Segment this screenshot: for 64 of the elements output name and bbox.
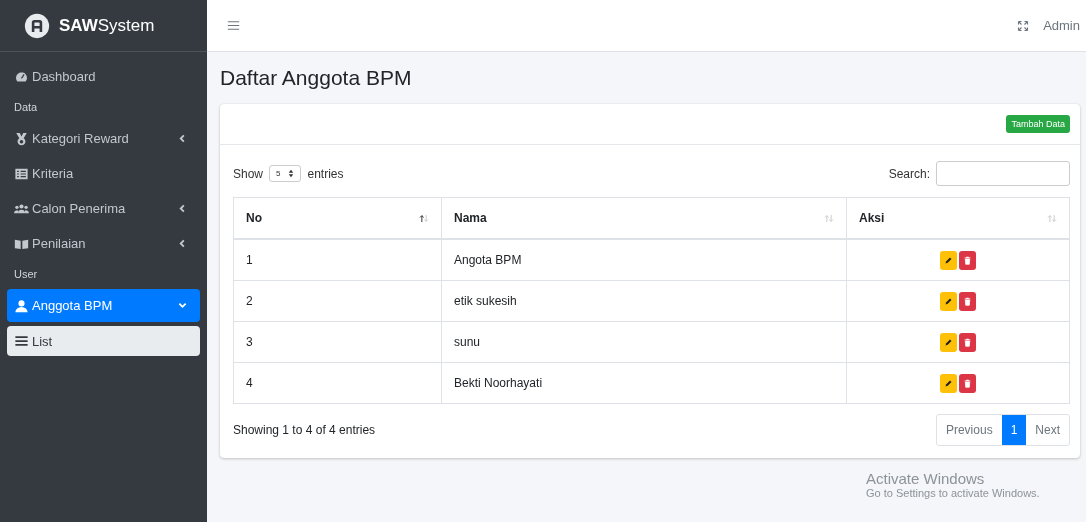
fullscreen-icon[interactable] [1017, 19, 1030, 32]
search-label: Search: [888, 166, 930, 181]
delete-button[interactable] [959, 332, 976, 352]
menu-icon[interactable] [227, 19, 240, 32]
pencil-icon [944, 337, 953, 347]
table-cell: Angota BPM [441, 239, 847, 281]
menu-icon [14, 334, 29, 348]
gauge-icon [14, 69, 29, 84]
table-cell: Bekti Noorhayati [441, 362, 847, 404]
trash-icon [963, 337, 972, 347]
sidebar-item[interactable]: Kategori Reward [7, 122, 200, 155]
delete-button[interactable] [959, 373, 976, 393]
submenu-item[interactable]: List [7, 326, 200, 356]
page-button[interactable]: 1 [1001, 415, 1027, 445]
column-header[interactable]: No [233, 197, 442, 239]
chevron-left-icon [178, 204, 187, 213]
sidebar-item[interactable]: Kriteria [7, 157, 200, 190]
sidebar-item[interactable]: Dashboard [7, 60, 200, 93]
entries-label: entries [307, 166, 344, 181]
user-link[interactable]: Admin [1043, 18, 1080, 33]
column-header[interactable]: Nama [441, 197, 847, 239]
delete-button[interactable] [959, 250, 976, 270]
activation-text: Go to Settings to activate Windows. [866, 487, 1040, 499]
entries-select[interactable]: 5 [269, 165, 302, 182]
next-button[interactable]: Next [1026, 415, 1069, 445]
users-icon [14, 201, 29, 216]
search-field[interactable] [936, 161, 1070, 186]
edit-button[interactable] [940, 332, 957, 352]
show-label: Show [233, 166, 264, 181]
edit-button[interactable] [940, 373, 957, 393]
table-cell: sunu [441, 321, 847, 363]
sort-caret-icon [288, 169, 295, 178]
edit-button[interactable] [940, 250, 957, 270]
column-header[interactable]: Aksi [846, 197, 1070, 239]
pencil-icon [944, 255, 953, 265]
edit-button[interactable] [940, 291, 957, 311]
trash-icon [963, 296, 972, 306]
table-cell: 2 [233, 280, 442, 322]
chevron-left-icon [178, 239, 187, 248]
table-cell: 4 [233, 362, 442, 404]
chevron-left-icon [178, 134, 187, 143]
nav-section-header: Data [13, 100, 39, 115]
pencil-icon [944, 296, 953, 306]
table-cell: etik sukesih [441, 280, 847, 322]
page-title: Daftar Anggota BPM [220, 66, 413, 90]
activation-title: Activate Windows [866, 470, 986, 487]
brand-name: SAWSystem [59, 15, 155, 36]
delete-button[interactable] [959, 291, 976, 311]
trash-icon [963, 255, 972, 265]
list-table-icon [14, 166, 29, 181]
table-cell: 1 [233, 239, 442, 281]
table-info: Showing 1 to 4 of 4 entries [233, 423, 376, 437]
sidebar-item[interactable]: Penilaian [7, 227, 200, 260]
user-icon [14, 298, 29, 313]
nav-section-header: User [13, 267, 39, 282]
pencil-icon [944, 378, 953, 388]
trash-icon [963, 378, 972, 388]
sidebar-item[interactable]: Calon Penerima [7, 192, 200, 225]
previous-button[interactable]: Previous [936, 415, 1002, 445]
medal-icon [14, 131, 29, 146]
chevron-down-icon [178, 301, 187, 310]
sidebar-item[interactable]: Anggota BPM [7, 289, 200, 322]
logo-icon [24, 12, 50, 39]
table-cell: 3 [233, 321, 442, 363]
